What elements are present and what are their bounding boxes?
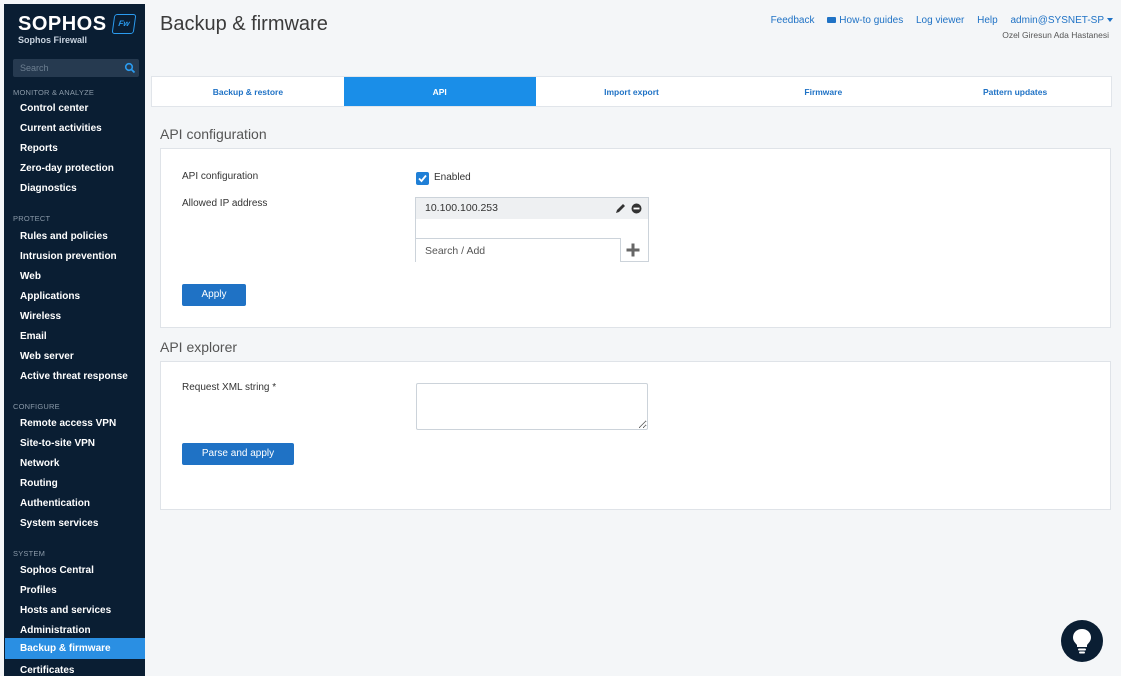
sidebar: SOPHOS Sophos Firewall Fw MONITOR & ANAL…: [4, 4, 145, 676]
api-enabled-label[interactable]: Enabled: [434, 172, 471, 183]
sidebar-item-active-threat-response[interactable]: Active threat response: [20, 370, 128, 384]
checkmark-icon: [418, 174, 427, 183]
api-explorer-section-title: API explorer: [160, 339, 238, 355]
page-title: Backup & firmware: [160, 13, 328, 35]
section-protect: PROTECT: [13, 214, 51, 223]
allowed-ip-value: 10.100.100.253: [425, 202, 498, 214]
sidebar-item-wireless[interactable]: Wireless: [20, 310, 61, 324]
sidebar-item-certificates[interactable]: Certificates: [20, 664, 74, 676]
user-name: admin@SYSNET-SP: [1010, 15, 1104, 26]
howto-guides-label: How-to guides: [839, 15, 904, 26]
sidebar-item-authentication[interactable]: Authentication: [20, 497, 90, 511]
tab-import-export[interactable]: Import export: [536, 77, 728, 106]
help-bulb-button[interactable]: [1061, 620, 1103, 662]
sidebar-item-reports[interactable]: Reports: [20, 142, 58, 156]
list-item[interactable]: 10.100.100.253: [416, 198, 648, 219]
sidebar-search: [13, 59, 139, 77]
sidebar-search-input[interactable]: [13, 59, 121, 77]
parse-and-apply-button[interactable]: Parse and apply: [182, 443, 294, 465]
tab-api[interactable]: API: [343, 77, 536, 106]
api-configuration-section-title: API configuration: [160, 126, 267, 142]
sidebar-item-hosts-and-services[interactable]: Hosts and services: [20, 604, 111, 618]
sidebar-item-sophos-central[interactable]: Sophos Central: [20, 564, 94, 578]
plus-icon[interactable]: [626, 243, 640, 257]
api-configuration-label: API configuration: [182, 171, 259, 182]
help-link[interactable]: Help: [977, 15, 998, 26]
request-xml-label: Request XML string *: [182, 382, 277, 393]
remove-icon[interactable]: [631, 203, 642, 214]
sidebar-item-zero-day-protection[interactable]: Zero-day protection: [20, 162, 114, 176]
tab-pattern-updates[interactable]: Pattern updates: [919, 77, 1111, 106]
tab-firmware[interactable]: Firmware: [727, 77, 919, 106]
sidebar-item-web[interactable]: Web: [20, 270, 41, 284]
top-links: Feedback How-to guides Log viewer Help a…: [761, 15, 1113, 26]
sidebar-item-web-server[interactable]: Web server: [20, 350, 74, 364]
tab-backup-restore[interactable]: Backup & restore: [152, 77, 344, 106]
sidebar-item-backup-firmware[interactable]: Backup & firmware: [20, 642, 111, 656]
sophos-logo[interactable]: SOPHOS Sophos Firewall: [18, 13, 107, 46]
brand-product: Sophos Firewall: [18, 35, 88, 45]
allowed-ip-list: 10.100.100.253: [415, 197, 649, 262]
firewall-badge-icon: Fw: [111, 14, 137, 34]
sidebar-item-control-center[interactable]: Control center: [20, 102, 88, 116]
sidebar-item-profiles[interactable]: Profiles: [20, 584, 57, 598]
sidebar-item-intrusion-prevention[interactable]: Intrusion prevention: [20, 250, 117, 264]
search-icon[interactable]: [124, 62, 136, 74]
user-menu[interactable]: admin@SYSNET-SP: [1010, 15, 1113, 26]
sidebar-item-system-services[interactable]: System services: [20, 517, 98, 531]
request-xml-textarea[interactable]: [416, 383, 648, 430]
sidebar-item-applications[interactable]: Applications: [20, 290, 80, 304]
allowed-ip-search-input[interactable]: [416, 238, 621, 262]
organization-name: Ozel Giresun Ada Hastanesi: [1002, 30, 1109, 40]
log-viewer-link[interactable]: Log viewer: [916, 15, 964, 26]
lightbulb-icon: [1073, 629, 1091, 654]
brand-name: SOPHOS: [18, 13, 107, 35]
sidebar-item-rules-and-policies[interactable]: Rules and policies: [20, 230, 108, 244]
allowed-ip-label: Allowed IP address: [182, 198, 268, 209]
sidebar-item-remote-access-vpn[interactable]: Remote access VPN: [20, 417, 116, 431]
sidebar-item-administration[interactable]: Administration: [20, 624, 91, 638]
caret-down-icon: [1107, 18, 1113, 22]
sidebar-item-diagnostics[interactable]: Diagnostics: [20, 182, 77, 196]
howto-guides-link[interactable]: How-to guides: [827, 15, 903, 26]
api-enabled-checkbox[interactable]: [416, 172, 429, 185]
sidebar-item-site-to-site-vpn[interactable]: Site-to-site VPN: [20, 437, 95, 451]
feedback-link[interactable]: Feedback: [771, 15, 815, 26]
section-monitor-analyze: MONITOR & ANALYZE: [13, 88, 95, 97]
apply-button[interactable]: Apply: [182, 284, 246, 306]
video-icon: [827, 17, 837, 23]
sidebar-item-current-activities[interactable]: Current activities: [20, 122, 102, 136]
sidebar-item-email[interactable]: Email: [20, 330, 47, 344]
section-configure: CONFIGURE: [13, 402, 60, 411]
sidebar-item-network[interactable]: Network: [20, 457, 59, 471]
tab-bar: Backup & restore API Import export Firmw…: [151, 76, 1112, 107]
sidebar-item-routing[interactable]: Routing: [20, 477, 58, 491]
pencil-icon[interactable]: [615, 203, 626, 214]
section-system: SYSTEM: [13, 549, 46, 558]
